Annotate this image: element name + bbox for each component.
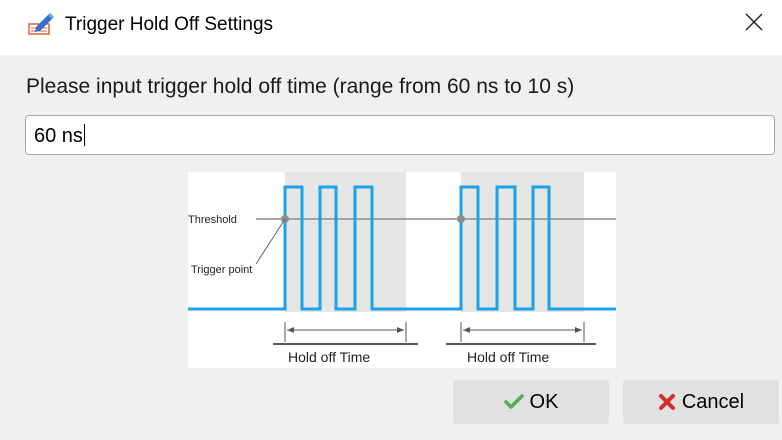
threshold-label: Threshold	[188, 214, 237, 226]
holdoff-label-2: Hold off Time	[467, 349, 549, 365]
ok-label: OK	[529, 390, 559, 413]
text-caret	[83, 124, 85, 146]
holdoff-arrowhead-2b	[575, 327, 582, 333]
edit-pencil-icon	[26, 11, 56, 37]
cancel-label: Cancel	[681, 390, 745, 413]
hold-off-diagram-svg: Threshold Trigger point Hold off Time Ho…	[188, 172, 616, 365]
prompt-label: Please input trigger hold off time (rang…	[26, 75, 575, 98]
ok-button[interactable]: OK	[453, 380, 609, 424]
hold-off-diagram: Threshold Trigger point Hold off Time Ho…	[188, 172, 616, 368]
window-title: Trigger Hold Off Settings	[65, 14, 274, 35]
trigger-pointer-line	[255, 218, 286, 265]
title-bar: Trigger Hold Off Settings	[0, 0, 782, 55]
holdoff-arrowhead-1a	[287, 327, 294, 333]
trigger-hold-off-dialog: Trigger Hold Off Settings Please input t…	[0, 0, 782, 440]
checkmark-icon	[503, 394, 524, 410]
trigger-point-marker-2	[457, 215, 465, 223]
input-value: 60 ns	[34, 125, 83, 147]
close-icon	[745, 13, 763, 36]
x-icon	[658, 393, 676, 411]
close-button[interactable]	[726, 0, 782, 48]
holdoff-arrowhead-2a	[463, 327, 470, 333]
holdoff-label-1: Hold off Time	[288, 349, 370, 365]
cancel-button[interactable]: Cancel	[623, 380, 779, 424]
trigger-point-label: Trigger point	[191, 264, 252, 276]
holdoff-arrowhead-1b	[397, 327, 404, 333]
hold-off-time-input[interactable]: 60 ns	[25, 115, 775, 155]
